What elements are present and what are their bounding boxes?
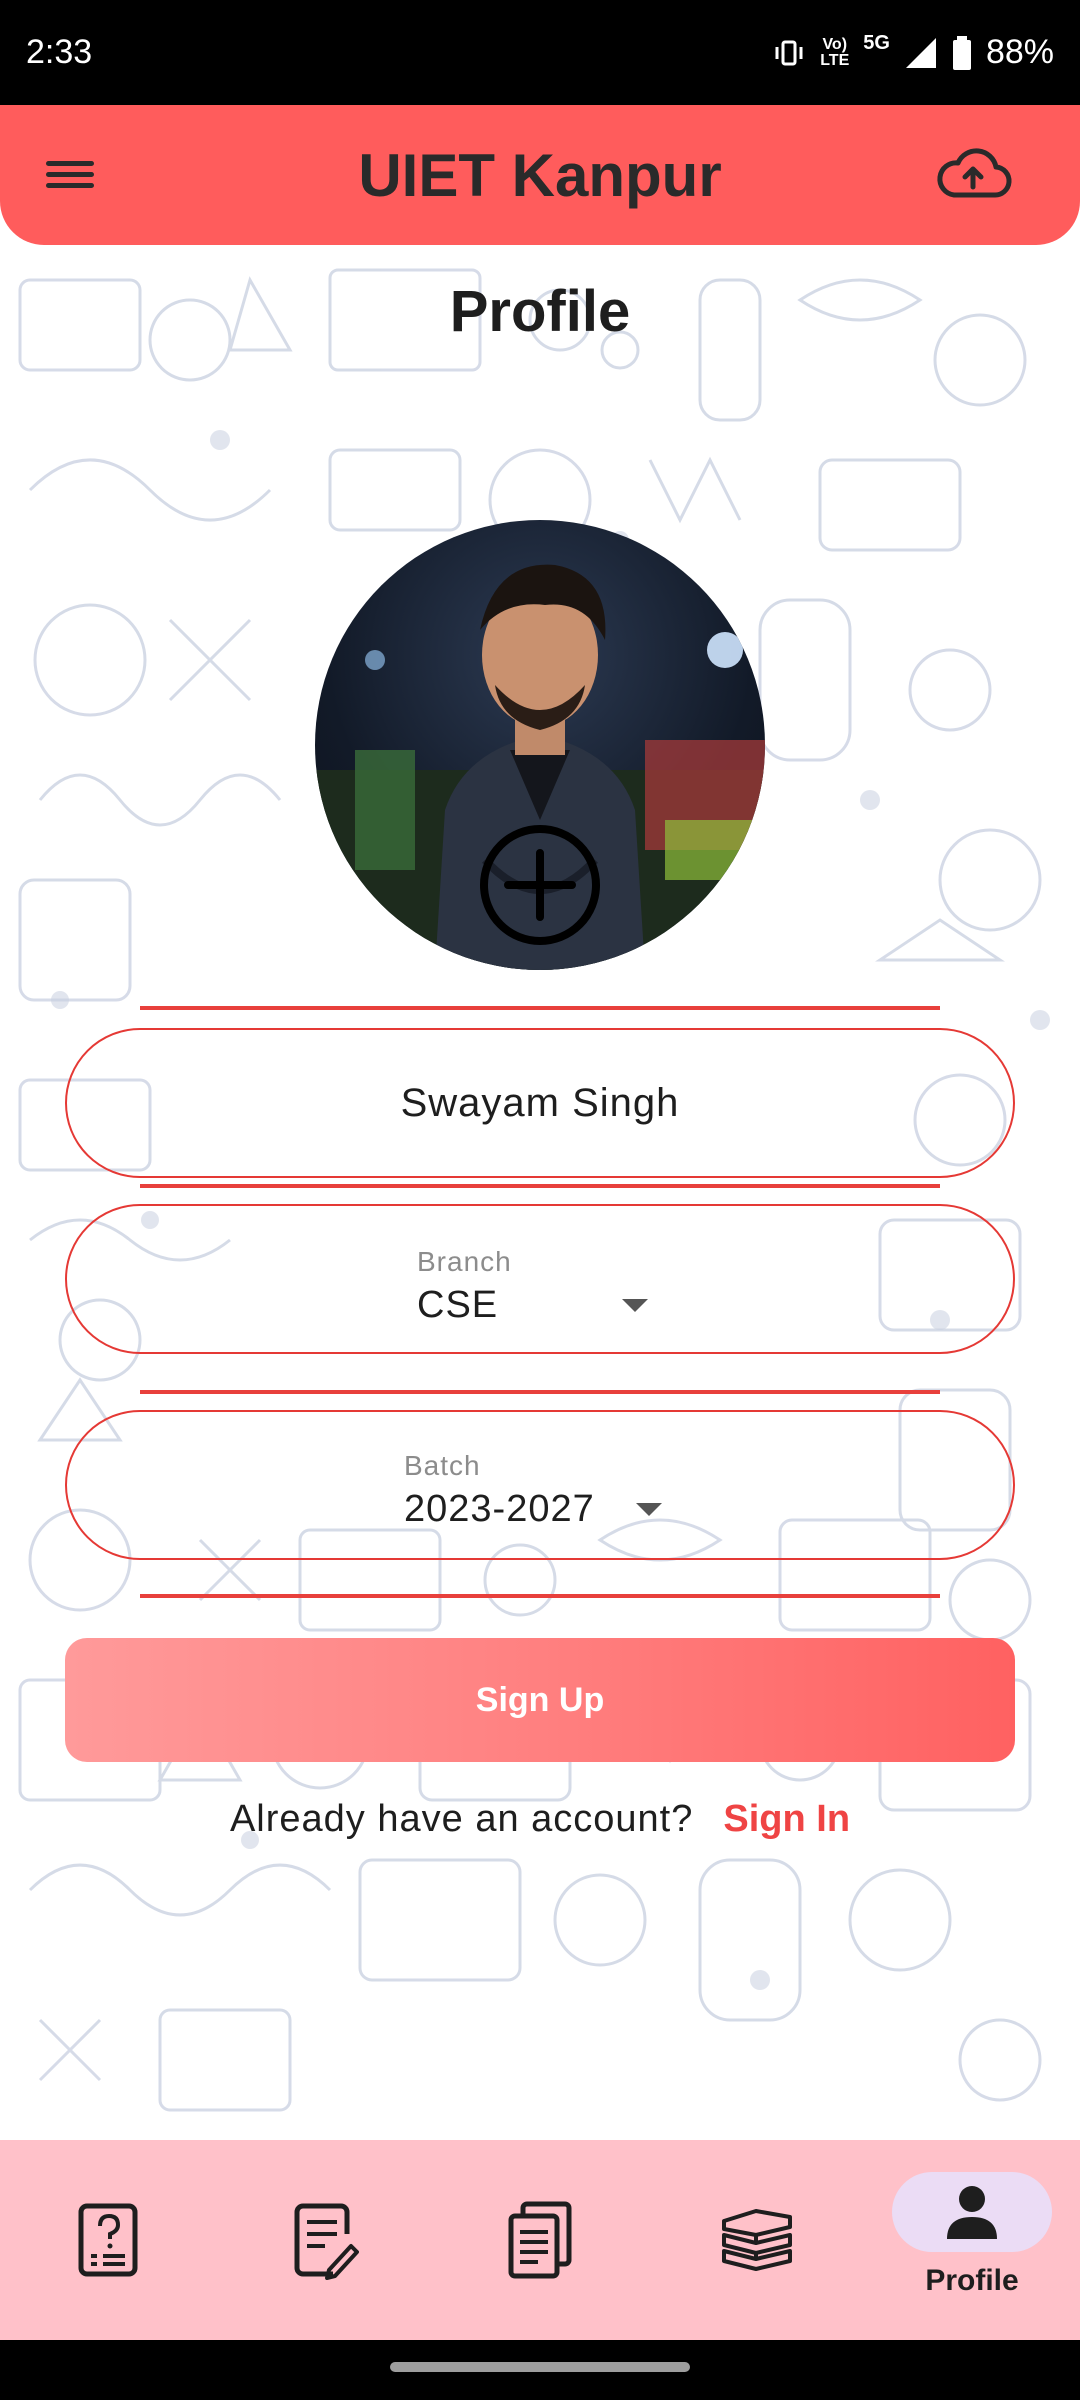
books-icon xyxy=(722,2209,792,2271)
notes-edit-icon xyxy=(294,2203,359,2280)
name-value: Swayam Singh xyxy=(400,1080,680,1125)
status-time: 2:33 xyxy=(26,33,93,71)
network-type-label: 5G xyxy=(863,32,890,54)
divider xyxy=(140,1184,940,1188)
page-title: Profile xyxy=(449,279,631,344)
name-field[interactable]: Swayam Singh xyxy=(65,1028,1015,1178)
volte-label: Vo) xyxy=(822,35,848,53)
sign-in-row: Already have an account? Sign In xyxy=(0,1798,1080,1841)
sign-in-link[interactable]: Sign In xyxy=(723,1798,850,1841)
battery-percentage: 88% xyxy=(985,33,1054,71)
divider xyxy=(140,1594,940,1598)
signal-icon xyxy=(905,37,936,68)
nav-item-question-papers[interactable] xyxy=(18,2140,198,2340)
batch-label: Batch xyxy=(404,1450,481,1481)
question-paper-icon xyxy=(78,2203,138,2277)
branch-value-row: CSE xyxy=(417,1284,648,1327)
lte-label: LTE xyxy=(820,51,850,69)
divider xyxy=(140,1390,940,1394)
nav-item-notes[interactable] xyxy=(234,2140,414,2340)
app-title: UIET Kanpur xyxy=(358,141,722,209)
branch-dropdown-content: Branch CSE xyxy=(417,1246,648,1327)
batch-value: 2023-2027 xyxy=(404,1488,595,1530)
batch-dropdown-content: Batch 2023-2027 xyxy=(404,1450,662,1531)
status-icons: Vo) LTE 5G 88% xyxy=(772,33,1054,72)
batch-value-row: 2023-2027 xyxy=(404,1488,662,1531)
nav-item-books[interactable] xyxy=(666,2140,846,2340)
home-indicator[interactable] xyxy=(390,2362,690,2372)
branch-value: CSE xyxy=(417,1284,499,1326)
sign-in-prompt: Already have an account? xyxy=(229,1798,694,1840)
profile-icon xyxy=(947,2186,997,2239)
branch-label: Branch xyxy=(417,1246,512,1277)
chevron-down-icon xyxy=(636,1503,662,1516)
cloud-upload-icon[interactable] xyxy=(934,147,1012,203)
add-photo-icon[interactable] xyxy=(478,823,602,947)
chevron-down-icon xyxy=(622,1299,648,1312)
branch-dropdown[interactable]: Branch CSE xyxy=(65,1204,1015,1354)
documents-icon xyxy=(508,2201,572,2279)
battery-icon xyxy=(952,35,971,70)
nav-active-indicator xyxy=(892,2172,1052,2252)
divider xyxy=(140,1006,940,1010)
vibrate-icon xyxy=(775,40,803,65)
nav-label-profile: Profile xyxy=(925,2264,1019,2297)
menu-icon[interactable] xyxy=(46,155,94,195)
bottom-navigation: Profile xyxy=(0,2140,1080,2340)
nav-item-documents[interactable] xyxy=(450,2140,630,2340)
status-bar: 2:33 Vo) LTE 5G 88% xyxy=(0,0,1080,105)
sign-up-button[interactable]: Sign Up xyxy=(65,1638,1015,1762)
app-bar: UIET Kanpur xyxy=(0,105,1080,245)
batch-dropdown[interactable]: Batch 2023-2027 xyxy=(65,1410,1015,1560)
nav-item-profile[interactable]: Profile xyxy=(882,2140,1062,2340)
